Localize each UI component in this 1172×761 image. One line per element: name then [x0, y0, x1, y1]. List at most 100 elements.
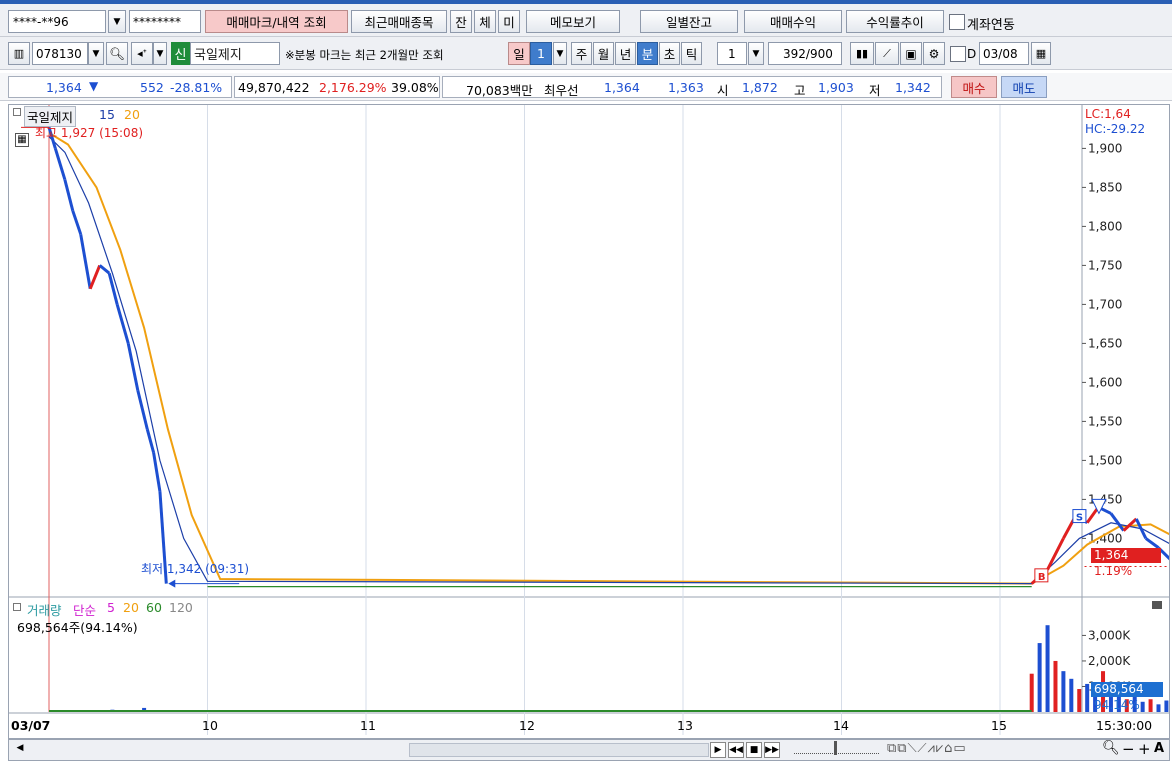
volume-bar [1140, 701, 1145, 712]
daily-balance-button[interactable]: 일별잔고 [640, 10, 738, 33]
grid-toggle-button[interactable]: ▦ [15, 133, 29, 147]
unfilled-label: 미 [503, 15, 515, 30]
chart-scrollbar[interactable]: ◀ ▶ ◀◀ ■ ▶▶ ⧉⧉⟍⟋⩘⩗⌂▭ 🔍︎ − + A [8, 739, 1170, 761]
scroll-thumb[interactable] [409, 743, 709, 757]
interval-field[interactable]: 1 [717, 42, 747, 65]
stock-code-field[interactable]: 078130 [32, 42, 88, 65]
open-value: 1,872 [742, 80, 778, 95]
day-count-text: 1 [537, 46, 545, 61]
volume-panel-toggle[interactable] [13, 603, 21, 611]
chevron-down-icon: ▼ [113, 16, 121, 27]
zoom-slider[interactable] [794, 741, 879, 755]
period-minute-button[interactable]: 분 [637, 42, 658, 65]
scroll-left-button[interactable]: ◀ [13, 743, 27, 757]
recent-trades-label: 최근매매종목 [364, 15, 434, 30]
price-tick-label: 1,600 [1088, 375, 1122, 389]
count-field[interactable]: 392 /900 [768, 42, 842, 65]
calendar-button[interactable]: ▦ [1031, 42, 1051, 65]
balance-button[interactable]: 잔 [450, 10, 472, 33]
chart-container[interactable]: 1,900 1,850 1,800 1,750 1,700 1,650 1,600 1,550… [8, 104, 1170, 739]
search-button[interactable]: 🔍︎ [106, 42, 128, 65]
trade-profit-label: 매매수익 [769, 15, 816, 30]
candles-icon: ▮▮ [855, 47, 869, 60]
trendline-button[interactable]: ⟋ [875, 42, 899, 65]
stop-button[interactable]: ■ [746, 742, 762, 758]
trade-mark-query-button[interactable]: 매매마크/내역 조회 [205, 10, 348, 33]
volume-value: 49,870,422 [238, 80, 310, 95]
period-tick-button[interactable]: 틱 [681, 42, 702, 65]
best-bid-value: 1,363 [668, 80, 704, 95]
ma20-line [48, 131, 1169, 585]
current-volume-label: 698,564주(94.14%) [17, 620, 138, 635]
drawing-tools-icon[interactable]: ⧉⧉⟍⟋⩘⩗⌂▭ [887, 741, 967, 756]
period-year-button[interactable]: 년 [615, 42, 636, 65]
price-tick-label: 1,750 [1088, 258, 1122, 272]
best-quote-label: 최우선 [544, 83, 579, 98]
candle-settings-button[interactable]: ▮▮ [850, 42, 874, 65]
stock-name-field[interactable]: 국일제지 [190, 42, 280, 65]
play-button[interactable]: ▶ [710, 742, 726, 758]
trade-profit-button[interactable]: 매매수익 [744, 10, 842, 33]
stop-icon: ■ [749, 745, 759, 755]
day-count-field[interactable]: 1 [530, 42, 552, 65]
price-tick-label: 1,500 [1088, 453, 1122, 467]
count-max-text: /900 [805, 46, 833, 61]
sell-button[interactable]: 매도 [1001, 76, 1047, 98]
period-year-label: 년 [619, 47, 632, 62]
date-checkbox[interactable] [950, 46, 966, 62]
open-label: 시 [717, 83, 729, 98]
price-segment [145, 428, 156, 453]
password-text: ******** [133, 14, 181, 29]
price-tick-label: 1,900 [1088, 141, 1122, 155]
trade-mark-query-label: 매매마크/내역 조회 [226, 15, 327, 30]
day-count-dropdown[interactable]: ▼ [553, 42, 567, 65]
unfilled-button[interactable]: 미 [498, 10, 520, 33]
current-volume-tag: 698,564 [1091, 682, 1163, 697]
date-field[interactable]: 03/08 [979, 42, 1029, 65]
account-number-field[interactable]: ****-**96 [8, 10, 106, 33]
forward-button[interactable]: ▶▶ [764, 742, 780, 758]
volume-bar [1053, 660, 1058, 712]
period-month-label: 월 [597, 47, 610, 62]
price-segment [71, 210, 83, 235]
date-text: 03/08 [983, 46, 1018, 61]
zoom-search-icon[interactable]: 🔍︎ [1102, 740, 1120, 756]
period-month-button[interactable]: 월 [593, 42, 614, 65]
volume-bar [1077, 689, 1082, 712]
recent-trades-button[interactable]: 최근매매종목 [351, 10, 447, 33]
zoom-slider-handle[interactable] [834, 741, 837, 755]
interval-dropdown[interactable]: ▼ [748, 42, 764, 65]
audio-button[interactable]: ◂ᐩ [131, 42, 153, 65]
volume-ma20-legend: 20 [123, 600, 139, 615]
stock-code-dropdown[interactable]: ▼ [88, 42, 104, 65]
period-week-button[interactable]: 주 [571, 42, 592, 65]
chevron-down-icon: ▼ [556, 48, 564, 59]
rewind-button[interactable]: ◀◀ [728, 742, 744, 758]
price-volume-chart[interactable]: 1,900 1,850 1,800 1,750 1,700 1,650 1,600 1,550… [9, 105, 1169, 738]
period-second-button[interactable]: 초 [659, 42, 680, 65]
price-panel-toggle[interactable] [13, 108, 21, 116]
zoom-in-icon[interactable]: + [1138, 740, 1151, 758]
audio-dropdown[interactable]: ▼ [153, 42, 167, 65]
account-link-checkbox[interactable] [949, 14, 965, 30]
account-dropdown-button[interactable]: ▼ [108, 10, 126, 33]
x-axis-label-13: 13 [677, 718, 693, 733]
stock-list-button[interactable]: ▥ [8, 42, 30, 65]
filled-button[interactable]: 체 [474, 10, 496, 33]
save-button[interactable]: ▣ [900, 42, 922, 65]
high-marker-label: 최고 1,927 (15:08) [35, 126, 144, 140]
best-ask-value: 1,364 [604, 80, 640, 95]
high-label: 고 [794, 83, 806, 98]
font-size-icon[interactable]: A [1154, 741, 1164, 756]
return-trend-button[interactable]: 수익률추이 [846, 10, 944, 33]
password-field[interactable]: ******** [129, 10, 201, 33]
memo-button[interactable]: 메모보기 [526, 10, 620, 33]
zoom-out-icon[interactable]: − [1122, 740, 1135, 758]
volume-panel-close[interactable] [1152, 601, 1162, 609]
volume-tick-label: 3,000K [1088, 628, 1131, 642]
volume-bar [1148, 699, 1153, 712]
settings-button[interactable]: ⚙ [923, 42, 945, 65]
stock-code-text: 078130 [36, 46, 82, 61]
period-day-button[interactable]: 일 [508, 42, 530, 65]
buy-button[interactable]: 매수 [951, 76, 997, 98]
